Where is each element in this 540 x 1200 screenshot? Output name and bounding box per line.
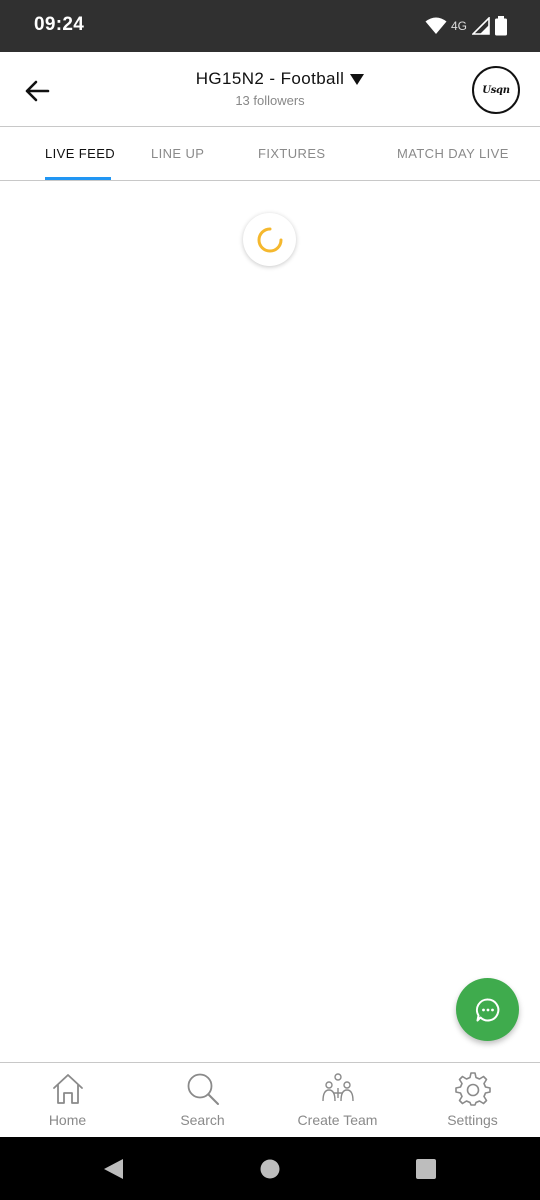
system-recents-icon[interactable]	[414, 1157, 438, 1181]
system-nav-bar	[0, 1137, 540, 1200]
nav-create-team[interactable]: Create Team	[270, 1063, 405, 1138]
nav-home[interactable]: Home	[0, 1063, 135, 1138]
club-logo-text: Usqn	[482, 84, 510, 96]
home-icon	[52, 1074, 83, 1104]
nav-search-label: Search	[180, 1112, 225, 1128]
loading-spinner-icon	[257, 227, 282, 252]
gear-icon	[454, 1072, 491, 1106]
search-icon	[187, 1073, 219, 1105]
tab-bar: LIVE FEED LINE UP FIXTURES MATCH DAY LIV…	[0, 127, 540, 181]
status-icons: 4G	[425, 14, 508, 38]
arrow-left-icon	[25, 80, 50, 102]
nav-create-team-label: Create Team	[297, 1112, 378, 1128]
system-back-icon[interactable]	[101, 1157, 125, 1181]
nav-settings-label: Settings	[447, 1112, 498, 1128]
tab-live-feed[interactable]: LIVE FEED	[45, 127, 115, 181]
nav-settings[interactable]: Settings	[405, 1063, 540, 1138]
bottom-nav: Home Search Create Team Settings	[0, 1062, 540, 1137]
tab-line-up[interactable]: LINE UP	[151, 127, 204, 181]
followers-count: 13 followers	[235, 93, 305, 108]
battery-icon	[495, 16, 507, 36]
cellular-signal-icon	[472, 17, 490, 35]
nav-home-label: Home	[48, 1112, 87, 1128]
nav-search[interactable]: Search	[135, 1063, 270, 1138]
chat-bubble-icon	[475, 998, 499, 1021]
chat-button[interactable]	[456, 978, 519, 1041]
team-selector[interactable]: HG15N2 - Football 13 followers	[150, 69, 390, 108]
back-button[interactable]	[18, 72, 56, 110]
tab-match-day-live[interactable]: MATCH DAY LIVE	[397, 127, 509, 181]
active-tab-indicator	[45, 177, 111, 180]
app-header: HG15N2 - Football 13 followers Usqn	[0, 52, 540, 127]
club-logo[interactable]: Usqn	[472, 66, 520, 114]
caret-down-icon	[350, 74, 364, 85]
status-bar: 09:24 4G	[0, 0, 540, 52]
loading-indicator	[243, 213, 296, 266]
status-time: 09:24	[34, 14, 85, 35]
network-type: 4G	[450, 19, 467, 33]
wifi-icon	[425, 17, 447, 34]
tab-fixtures[interactable]: FIXTURES	[258, 127, 325, 181]
system-home-icon[interactable]	[258, 1157, 282, 1181]
create-team-icon	[321, 1073, 354, 1102]
